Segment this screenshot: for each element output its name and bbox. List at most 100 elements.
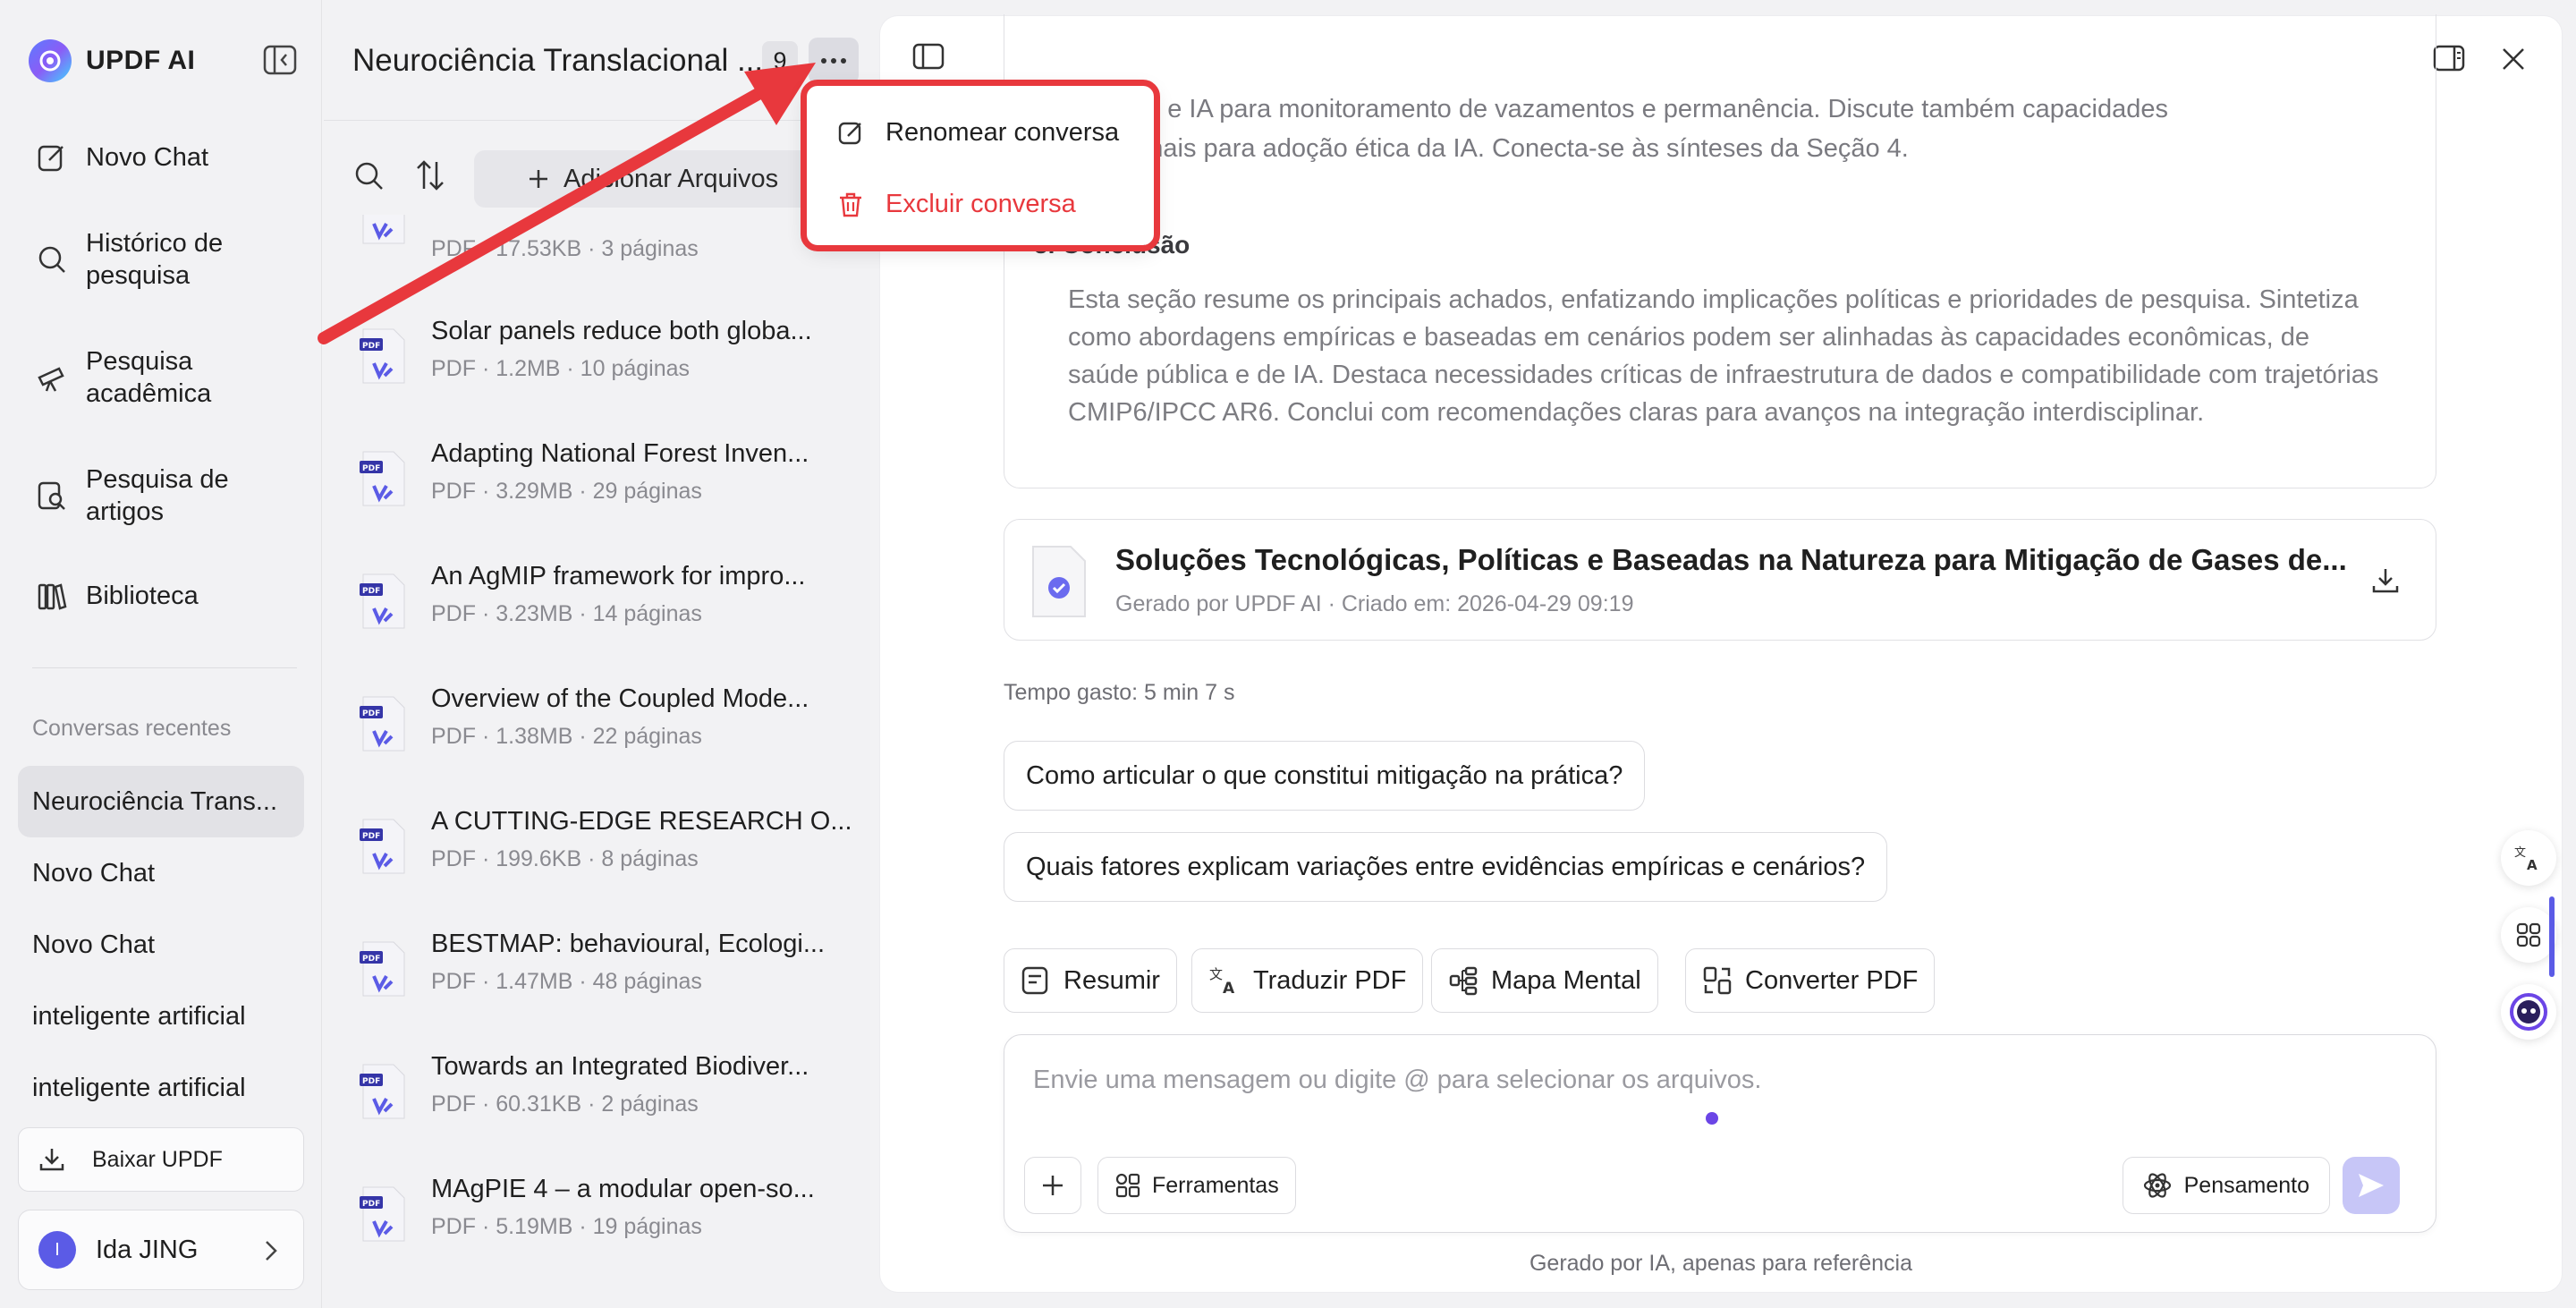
svg-text:A: A — [1223, 980, 1235, 996]
float-bar-handle[interactable] — [2549, 896, 2555, 977]
translate-icon: 文A — [2514, 845, 2543, 871]
pdf-file-icon: PDF — [360, 940, 408, 999]
ai-assistant-float-button[interactable] — [2501, 984, 2556, 1040]
toggle-file-panel-icon[interactable] — [912, 43, 945, 70]
document-title: Soluções Tecnológicas, Políticas e Basea… — [1115, 543, 2347, 576]
toggle-right-panel-icon[interactable] — [2433, 45, 2465, 72]
trash-icon — [837, 191, 864, 218]
nav-library-label: Biblioteca — [86, 581, 199, 610]
pdf-file-icon: PDF — [360, 327, 408, 386]
recent-item[interactable]: inteligente artificial — [18, 981, 304, 1052]
close-icon[interactable] — [2501, 47, 2526, 72]
recent-item[interactable]: Neurociência Trans... — [18, 766, 304, 837]
ai-disclaimer: Gerado por IA, apenas para referência — [1529, 1251, 1913, 1276]
download-icon[interactable] — [2371, 566, 2400, 595]
avatar: I — [38, 1231, 76, 1269]
file-meta: PDF · 199.6KB · 8 páginas — [431, 846, 699, 871]
recent-item[interactable]: Novo Chat — [18, 837, 304, 909]
atom-icon — [2143, 1171, 2172, 1200]
file-meta: PDF · 5.19MB · 19 páginas — [431, 1214, 702, 1239]
nav-search-history[interactable]: Histórico de pesquisa — [36, 227, 223, 292]
list-item[interactable]: PDF A CUTTING-EDGE RESEARCH O... PDF · 1… — [360, 807, 860, 896]
edit-icon — [36, 141, 68, 174]
file-meta: PDF · 1.38MB · 22 páginas — [431, 724, 702, 749]
nav-academic-label-2: acadêmica — [86, 379, 212, 408]
file-name: Towards an Integrated Biodiver... — [431, 1052, 809, 1081]
nav-new-chat[interactable]: Novo Chat — [36, 141, 208, 174]
file-name: An AgMIP framework for impro... — [431, 562, 806, 590]
outline-line: onomia, e IA para monitoramento de vazam… — [1068, 95, 2168, 123]
pdf-file-icon: PDF — [360, 573, 408, 632]
mind-map-button[interactable]: Mapa Mental — [1431, 948, 1658, 1013]
suggested-question[interactable]: Quais fatores explicam variações entre e… — [1004, 832, 1888, 902]
generated-document-card[interactable]: Soluções Tecnológicas, Políticas e Basea… — [1004, 519, 2436, 641]
nav-academic-search[interactable]: Pesquisa acadêmica — [36, 345, 211, 410]
recent-item[interactable]: Novo Chat — [18, 909, 304, 981]
translate-icon: 文A — [1208, 965, 1241, 996]
conversation-files-panel: Neurociência Translacional ... 9 Adicion… — [324, 0, 878, 1308]
tools-button[interactable]: Ferramentas — [1097, 1157, 1296, 1214]
typing-indicator — [1706, 1112, 1718, 1125]
chevron-right-icon — [264, 1239, 278, 1262]
suggested-question[interactable]: Como articular o que constitui mitigação… — [1004, 741, 1646, 811]
more-options-button[interactable] — [809, 38, 859, 84]
attach-button[interactable] — [1024, 1157, 1081, 1214]
file-meta: PDF · 3.29MB · 29 páginas — [431, 479, 702, 504]
nav-articles-label-1: Pesquisa de — [86, 465, 229, 494]
send-button[interactable] — [2343, 1157, 2400, 1214]
translate-pdf-button[interactable]: 文A Traduzir PDF — [1191, 948, 1424, 1013]
list-item[interactable]: PDF MAgPIE 4 – a modular open-so... PDF … — [360, 1175, 860, 1264]
thinking-toggle[interactable]: Pensamento — [2122, 1157, 2330, 1214]
list-item[interactable]: PDF · 17.53KB · 3 páginas — [360, 215, 860, 268]
list-item[interactable]: PDF Towards an Integrated Biodiver... PD… — [360, 1052, 860, 1142]
list-item[interactable]: PDF Solar panels reduce both globa... PD… — [360, 317, 860, 406]
file-count-badge: 9 — [762, 41, 798, 81]
mind-map-label: Mapa Mental — [1491, 965, 1641, 995]
document-search-icon — [36, 480, 68, 512]
nav-article-search[interactable]: Pesquisa de artigos — [36, 463, 229, 528]
pdf-file-icon: PDF — [360, 1185, 408, 1244]
library-icon — [36, 580, 68, 612]
collapse-sidebar-icon[interactable] — [263, 45, 297, 75]
rename-conversation-item[interactable]: Renomear conversa — [837, 118, 1119, 148]
list-item[interactable]: PDF BESTMAP: behavioural, Ecologi... PDF… — [360, 930, 860, 1019]
search-files-icon[interactable] — [354, 161, 385, 191]
file-name: Adapting National Forest Inven... — [431, 439, 809, 468]
download-icon — [38, 1146, 65, 1173]
download-updf-button[interactable]: Baixar UPDF — [18, 1127, 304, 1192]
nav-history-label-2: pesquisa — [86, 261, 191, 290]
brand: UPDF AI — [29, 39, 195, 82]
tools-label: Ferramentas — [1152, 1172, 1279, 1198]
outline-line: stitucionais para adoção ética da IA. Co… — [1068, 134, 1909, 163]
message-composer: Ferramentas Pensamento — [1004, 1034, 2436, 1233]
mind-map-icon — [1448, 965, 1479, 996]
svg-text:PDF: PDF — [362, 587, 380, 596]
grid-icon — [2515, 922, 2542, 948]
recent-item[interactable]: inteligente artificial — [18, 1052, 304, 1124]
sort-icon[interactable] — [415, 159, 445, 191]
apps-float-button[interactable] — [2501, 907, 2556, 963]
file-name: MAgPIE 4 – a modular open-so... — [431, 1175, 815, 1203]
translate-label: Traduzir PDF — [1253, 965, 1407, 995]
nav-library[interactable]: Biblioteca — [36, 580, 199, 612]
message-input[interactable] — [1033, 1066, 2375, 1095]
translate-float-button[interactable]: 文A — [2501, 830, 2556, 886]
svg-text:PDF: PDF — [362, 464, 380, 473]
user-profile[interactable]: I Ida JING — [18, 1210, 304, 1290]
file-name: Solar panels reduce both globa... — [431, 317, 812, 345]
list-item[interactable]: PDF Overview of the Coupled Mode... PDF … — [360, 684, 860, 774]
svg-text:PDF: PDF — [362, 1077, 380, 1086]
list-item[interactable]: PDF Adapting National Forest Inven... PD… — [360, 439, 860, 529]
convert-pdf-button[interactable]: Converter PDF — [1685, 948, 1936, 1013]
convert-icon — [1702, 965, 1733, 996]
summarize-icon — [1021, 965, 1051, 996]
brand-name: UPDF AI — [86, 46, 196, 75]
summarize-label: Resumir — [1063, 965, 1160, 995]
send-icon — [2357, 1172, 2385, 1199]
updf-logo-icon — [29, 39, 72, 82]
delete-conversation-item[interactable]: Excluir conversa — [837, 190, 1076, 219]
add-files-button[interactable]: Adicionar Arquivos — [474, 150, 850, 208]
summarize-button[interactable]: Resumir — [1004, 948, 1177, 1013]
file-meta: PDF · 60.31KB · 2 páginas — [431, 1091, 699, 1117]
list-item[interactable]: PDF An AgMIP framework for impro... PDF … — [360, 562, 860, 651]
